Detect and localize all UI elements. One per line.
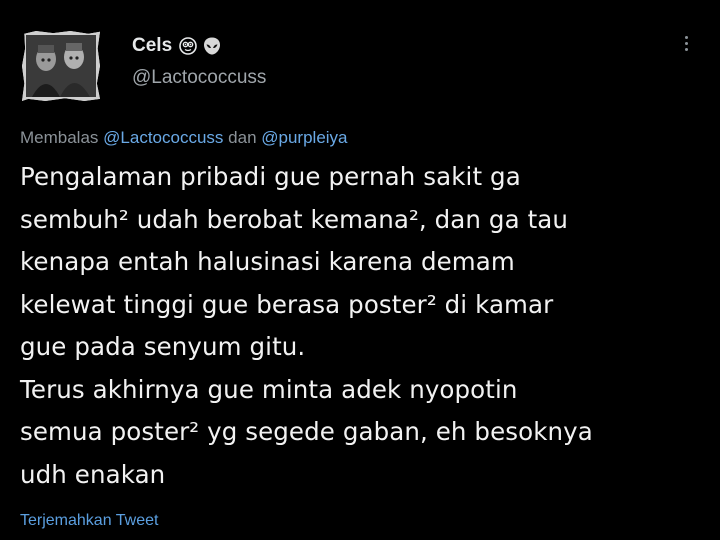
- tweet-body-line: Pengalaman pribadi gue pernah sakit ga: [20, 162, 521, 191]
- tweet: Cels @Lactococcuss Membalas @Lactococcus…: [0, 0, 720, 540]
- reply-context: Membalas @Lactococcuss dan @purpleiya: [20, 128, 348, 148]
- author-name-row: Cels: [132, 34, 222, 58]
- tweet-body-line: semua poster² yg segede gaban, eh besokn…: [20, 417, 593, 446]
- reply-mention-link[interactable]: @Lactococcuss: [103, 128, 223, 147]
- smiley-face-icon: [178, 36, 200, 56]
- tweet-body-line: udh enakan: [20, 459, 166, 489]
- tweet-body-line: sembuh² udah berobat kemana², dan ga tau: [20, 204, 569, 234]
- more-dot: [684, 41, 688, 45]
- avatar[interactable]: [22, 31, 100, 101]
- tweet-body-line: kelewat tinggi gue berasa poster² di kam…: [20, 289, 554, 319]
- reply-mention-link[interactable]: @purpleiya: [261, 128, 347, 147]
- tweet-body-line: gue pada senyum gitu.: [20, 332, 306, 361]
- author-handle[interactable]: @Lactococcuss: [132, 67, 266, 89]
- tweet-body-line: kenapa entah halusinasi karena demam: [20, 247, 515, 276]
- alien-icon: [202, 36, 222, 56]
- more-dot: [684, 47, 688, 51]
- translate-tweet-link[interactable]: Terjemahkan Tweet: [20, 512, 158, 530]
- reply-conjunction: dan: [228, 128, 257, 147]
- tweet-body-line: Terus akhirnya gue minta adek nyopotin: [20, 374, 518, 404]
- more-dot: [684, 35, 688, 39]
- more-options-icon[interactable]: [676, 30, 696, 56]
- reply-prefix: Membalas: [20, 128, 99, 147]
- author-display-name[interactable]: Cels: [132, 35, 172, 57]
- tweet-body: Pengalaman pribadi gue pernah sakit ga s…: [20, 156, 710, 496]
